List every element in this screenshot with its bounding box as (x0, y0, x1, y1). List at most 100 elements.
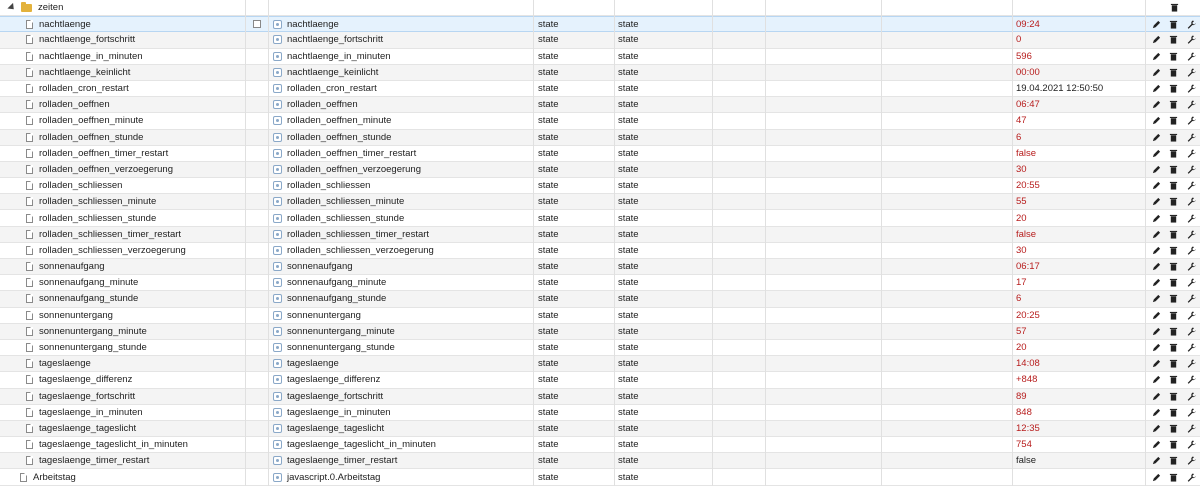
pencil-icon[interactable] (1152, 132, 1162, 142)
table-row[interactable]: tageslaenge tageslaenge state state 14:0… (0, 356, 1200, 373)
pencil-icon[interactable] (1152, 375, 1162, 385)
wrench-icon[interactable] (1186, 67, 1196, 77)
value-cell[interactable]: 12:35 (1016, 421, 1144, 436)
trash-icon[interactable] (1169, 51, 1179, 61)
trash-icon[interactable] (1169, 294, 1179, 304)
folder-row[interactable]: zeiten (0, 0, 1200, 17)
pencil-icon[interactable] (1152, 197, 1162, 207)
table-row[interactable]: rolladen_schliessen_minute rolladen_schl… (0, 194, 1200, 211)
pencil-icon[interactable] (1152, 116, 1162, 126)
wrench-icon[interactable] (1186, 100, 1196, 110)
trash-icon[interactable] (1169, 391, 1179, 401)
wrench-icon[interactable] (1186, 326, 1196, 336)
wrench-icon[interactable] (1186, 164, 1196, 174)
table-row[interactable]: sonnenaufgang sonnenaufgang state state … (0, 259, 1200, 276)
trash-icon[interactable] (1169, 343, 1179, 353)
pencil-icon[interactable] (1152, 164, 1162, 174)
wrench-icon[interactable] (1186, 84, 1196, 94)
table-row[interactable]: tageslaenge_tageslicht_in_minuten tagesl… (0, 437, 1200, 454)
trash-icon[interactable] (1169, 67, 1179, 77)
trash-icon[interactable] (1169, 278, 1179, 288)
value-cell[interactable]: 57 (1016, 324, 1144, 339)
trash-icon[interactable] (1169, 359, 1179, 369)
wrench-icon[interactable] (1186, 294, 1196, 304)
wrench-icon[interactable] (1186, 391, 1196, 401)
value-cell[interactable]: false (1016, 227, 1144, 242)
trash-icon[interactable] (1169, 148, 1179, 158)
pencil-icon[interactable] (1152, 67, 1162, 77)
pencil-icon[interactable] (1152, 245, 1162, 255)
copy-icon[interactable] (251, 18, 261, 29)
table-row[interactable]: rolladen_oeffnen_verzoegerung rolladen_o… (0, 161, 1200, 179)
table-row[interactable]: nachtlaenge nachtlaenge state state 09:2… (0, 16, 1200, 33)
value-cell[interactable]: false (1016, 453, 1144, 468)
trash-icon[interactable] (1169, 229, 1179, 239)
pencil-icon[interactable] (1152, 51, 1162, 61)
table-row[interactable]: nachtlaenge_fortschritt nachtlaenge_fort… (0, 32, 1200, 49)
value-cell[interactable]: 6 (1016, 130, 1144, 145)
trash-icon[interactable] (1169, 35, 1179, 45)
value-cell[interactable]: 848 (1016, 405, 1144, 420)
wrench-icon[interactable] (1186, 132, 1196, 142)
value-cell[interactable]: 596 (1016, 49, 1144, 64)
trash-icon[interactable] (1169, 213, 1179, 223)
pencil-icon[interactable] (1152, 148, 1162, 158)
wrench-icon[interactable] (1186, 197, 1196, 207)
pencil-icon[interactable] (1152, 294, 1162, 304)
value-cell[interactable]: 00:00 (1016, 65, 1144, 80)
wrench-icon[interactable] (1186, 456, 1196, 466)
trash-icon[interactable] (1169, 472, 1179, 482)
trash-icon[interactable] (1169, 116, 1179, 126)
trash-icon[interactable] (1169, 84, 1179, 94)
wrench-icon[interactable] (1186, 375, 1196, 385)
wrench-icon[interactable] (1186, 440, 1196, 450)
table-row[interactable]: nachtlaenge_in_minuten nachtlaenge_in_mi… (0, 49, 1200, 65)
value-cell[interactable]: 14:08 (1016, 356, 1144, 371)
value-cell[interactable]: 89 (1016, 389, 1144, 404)
table-row[interactable]: rolladen_oeffnen_stunde rolladen_oeffnen… (0, 129, 1200, 146)
pencil-icon[interactable] (1152, 343, 1162, 353)
table-row[interactable]: rolladen_oeffnen_timer_restart rolladen_… (0, 146, 1200, 162)
pencil-icon[interactable] (1152, 100, 1162, 110)
trash-icon[interactable] (1169, 100, 1179, 110)
table-row[interactable]: tageslaenge_fortschritt tageslaenge_fort… (0, 388, 1200, 405)
wrench-icon[interactable] (1186, 245, 1196, 255)
pencil-icon[interactable] (1152, 407, 1162, 417)
value-cell[interactable]: 20 (1016, 340, 1144, 355)
trash-icon[interactable] (1169, 19, 1179, 29)
table-row[interactable]: rolladen_oeffnen rolladen_oeffnen state … (0, 97, 1200, 114)
wrench-icon[interactable] (1186, 35, 1196, 45)
wrench-icon[interactable] (1186, 181, 1196, 191)
value-cell[interactable]: 47 (1016, 113, 1144, 128)
pencil-icon[interactable] (1152, 391, 1162, 401)
value-cell[interactable]: 06:17 (1016, 259, 1144, 274)
table-row[interactable]: rolladen_schliessen rolladen_schliessen … (0, 178, 1200, 195)
trash-icon[interactable] (1169, 164, 1179, 174)
pencil-icon[interactable] (1152, 19, 1162, 29)
trash-icon[interactable] (1169, 456, 1179, 466)
pencil-icon[interactable] (1152, 278, 1162, 288)
value-cell[interactable]: 06:47 (1016, 97, 1144, 112)
table-row[interactable]: rolladen_schliessen_stunde rolladen_schl… (0, 210, 1200, 227)
trash-icon[interactable] (1169, 262, 1179, 272)
table-row[interactable]: rolladen_oeffnen_minute rolladen_oeffnen… (0, 113, 1200, 130)
wrench-icon[interactable] (1186, 19, 1196, 29)
wrench-icon[interactable] (1186, 229, 1196, 239)
delete-icon[interactable] (1169, 3, 1179, 13)
table-row[interactable]: Arbeitstag javascript.0.Arbeitstag state… (0, 469, 1200, 486)
pencil-icon[interactable] (1152, 440, 1162, 450)
trash-icon[interactable] (1169, 423, 1179, 433)
table-row[interactable]: sonnenuntergang_stunde sonnenuntergang_s… (0, 340, 1200, 357)
value-cell[interactable] (1016, 469, 1144, 484)
value-cell[interactable]: 09:24 (1016, 17, 1144, 31)
value-cell[interactable]: 17 (1016, 275, 1144, 290)
trash-icon[interactable] (1169, 407, 1179, 417)
value-cell[interactable]: 20:55 (1016, 178, 1144, 193)
value-cell[interactable]: 20:25 (1016, 308, 1144, 323)
wrench-icon[interactable] (1186, 423, 1196, 433)
trash-icon[interactable] (1169, 197, 1179, 207)
wrench-icon[interactable] (1186, 148, 1196, 158)
trash-icon[interactable] (1169, 326, 1179, 336)
wrench-icon[interactable] (1186, 262, 1196, 272)
table-row[interactable]: sonnenaufgang_stunde sonnenaufgang_stund… (0, 291, 1200, 308)
